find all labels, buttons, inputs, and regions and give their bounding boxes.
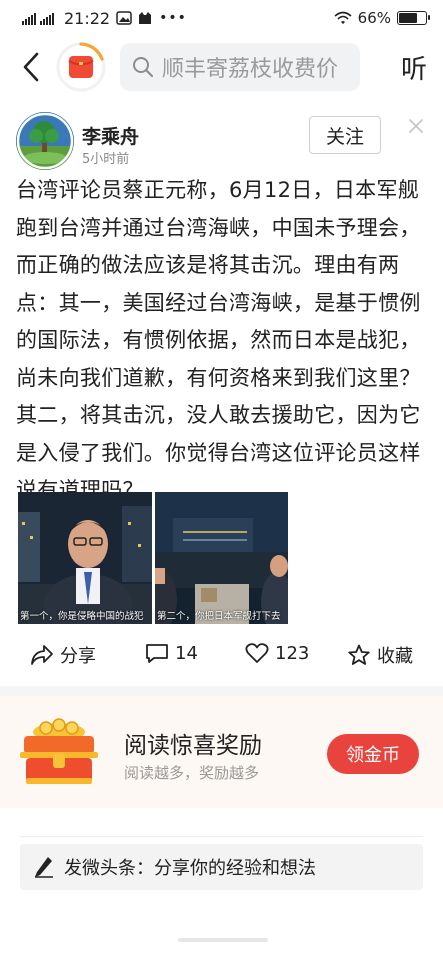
back-arrow-icon [23,52,39,82]
wifi-icon [334,11,352,24]
heart-icon [245,643,269,663]
signal-icon-2 [40,11,54,25]
like-button[interactable]: 123 [245,642,309,664]
pencil-icon [35,857,53,878]
post-body-text: 台湾评论员蔡正元称，6月12日，日本军舰跑到台湾并通过台湾海峡，中国未予理会，而… [16,178,421,502]
claim-coins-button[interactable]: 领金币 [327,734,419,774]
status-time: 21:22 [64,8,111,28]
home-indicator[interactable] [178,938,268,942]
compose-bar[interactable]: 发微头条：分享你的经验和想法 [20,844,423,890]
search-box[interactable]: 顺丰寄荔枝收费价 [120,43,360,91]
red-packet-icon [56,42,106,92]
reward-banner[interactable]: 阅读惊喜奖励 阅读越多，奖励越多 领金币 [0,696,443,808]
share-label: 分享 [60,646,96,667]
battery-icon [397,11,430,25]
search-placeholder: 顺丰寄荔枝收费价 [162,57,339,82]
signal-icon-1 [22,11,36,25]
avatar[interactable] [16,112,74,170]
comment-icon [146,644,168,663]
star-icon [348,644,370,665]
like-count: 123 [275,642,310,664]
photo-scene-2 [155,492,288,624]
close-icon[interactable] [408,118,424,134]
comment-count: 14 [175,642,198,664]
next-item-edge [20,836,423,837]
reward-subtitle: 阅读越多，奖励越多 [124,764,260,782]
post-image-1[interactable]: 第一个，你是侵略中国的战犯 [18,492,152,624]
share-button[interactable]: 分享 [30,642,96,668]
treasure-chest-icon [20,718,98,784]
post-time: 5小时前 [82,152,130,167]
action-bar: 分享 14 123 收藏 [0,630,443,680]
battery-percent: 66% [357,9,391,27]
author-name[interactable]: 李乘舟 [82,122,139,149]
search-icon [133,57,154,78]
follow-button[interactable]: 关注 [309,116,381,154]
favorite-button[interactable]: 收藏 [347,642,413,668]
compose-prompt: 发微头条：分享你的经验和想法 [64,858,316,879]
photo-scene-1 [18,492,152,624]
reward-title: 阅读惊喜奖励 [124,733,262,759]
author-row: 李乘舟 5小时前 关注 [16,110,427,174]
back-button[interactable] [16,47,46,87]
more-dots-icon: ••• [159,10,187,26]
red-packet-button[interactable] [56,42,106,92]
avatar-image [16,112,74,170]
image-1-caption: 第一个，你是侵略中国的战犯 [20,611,144,622]
image-2-caption: 第二个，你把日本军舰打下去 [157,611,281,622]
cat-icon [139,12,152,24]
status-bar: 21:22 ••• 66% [0,0,443,36]
nav-bar: 顺丰寄荔枝收费价 听 [0,36,443,98]
comment-button[interactable]: 14 [145,642,198,664]
listen-button[interactable]: 听 [401,49,427,86]
post-image-2[interactable]: 第二个，你把日本军舰打下去 [155,492,288,624]
image-icon [116,11,132,25]
share-icon [31,645,53,665]
favorite-label: 收藏 [377,646,413,667]
section-divider [0,686,443,696]
